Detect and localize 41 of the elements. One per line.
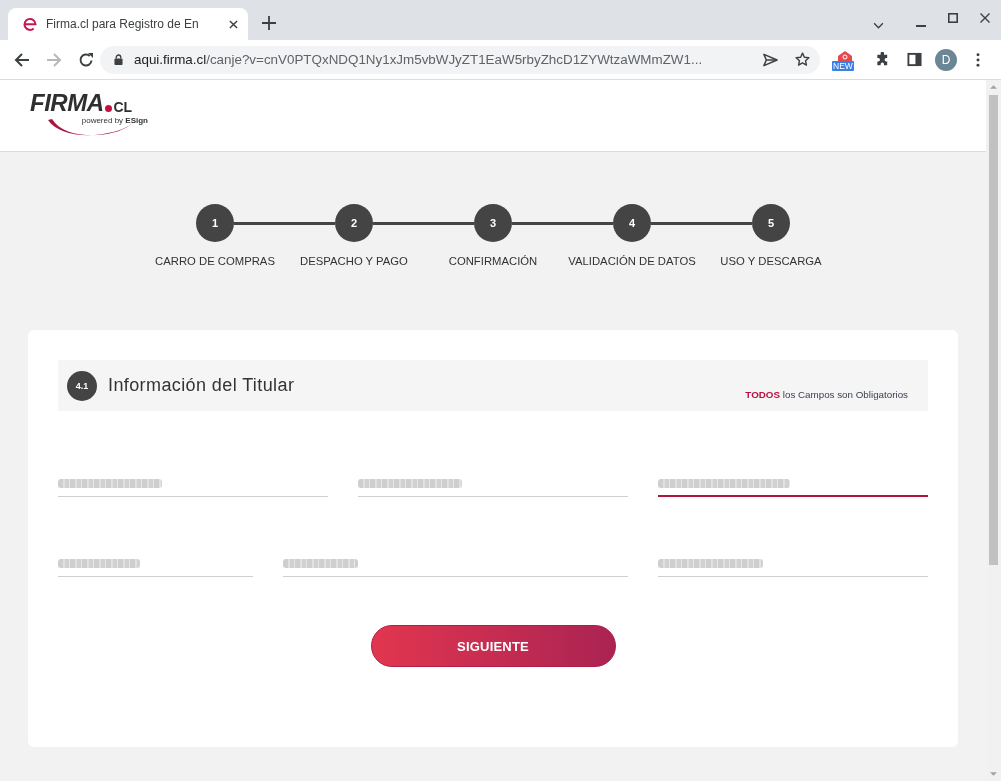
step-number: 5 [752,204,790,242]
logo-wordmark: FIRMA [30,91,104,115]
logo-tagline: powered by ESign [81,116,148,126]
star-icon[interactable] [795,52,810,67]
send-icon[interactable] [763,52,778,67]
tab-title: Firma.cl para Registro de En [46,17,200,31]
new-tab-icon[interactable] [262,16,276,30]
new-badge: NEW [832,60,854,71]
scrollbar-thumb[interactable] [989,95,998,565]
step-number: 3 [474,204,512,242]
profile-avatar[interactable]: D [935,48,957,71]
scrollbar[interactable] [986,80,1001,781]
step-label: CONFIRMACIÓN [447,254,539,268]
address-bar[interactable]: aqui.firma.cl/canje?v=cnV0PTQxNDQ1Ny1xJm5vbWJyZT1EaW5rbyZhcD1ZYWtzaWMmZW1... [100,45,820,74]
back-icon[interactable] [14,51,30,68]
section-title: Información del Titular [108,375,295,396]
step-label: CARRO DE COMPRAS [154,254,276,268]
section-number: 4.1 [67,370,97,401]
step-number: 4 [613,204,651,242]
favicon-icon [22,16,38,32]
puzzle-icon[interactable] [875,52,890,67]
lock-icon[interactable] [114,54,123,65]
step-number: 2 [335,204,373,242]
step-label: DESPACHO Y PAGO [299,254,409,268]
reload-icon[interactable] [78,51,94,68]
extension-icon[interactable] [837,49,853,62]
step-label: USO Y DESCARGA [719,254,823,268]
logo-dot-icon [105,105,113,112]
chevron-down-icon[interactable] [873,22,884,29]
required-note: TODOS los Campos son Obligatorios [745,389,908,400]
next-button[interactable]: SIGUIENTE [370,625,616,667]
step-number: 1 [196,204,234,242]
menu-icon[interactable] [976,52,980,67]
step-label: VALIDACIÓN DE DATOS [567,254,697,268]
browser-tab[interactable]: Firma.cl para Registro de En [8,8,248,40]
close-window-icon[interactable] [980,13,990,23]
maximize-icon[interactable] [948,13,958,23]
side-panel-icon[interactable] [907,52,922,67]
logo-suffix: CL [113,100,133,115]
close-tab-icon[interactable] [229,19,238,29]
url-text: aqui.firma.cl/canje?v=cnV0PTQxNDQ1Ny1xJm5vbWJyZT1EaW5rbyZhcD1ZYWtzaWMmZW1... [134,52,704,67]
